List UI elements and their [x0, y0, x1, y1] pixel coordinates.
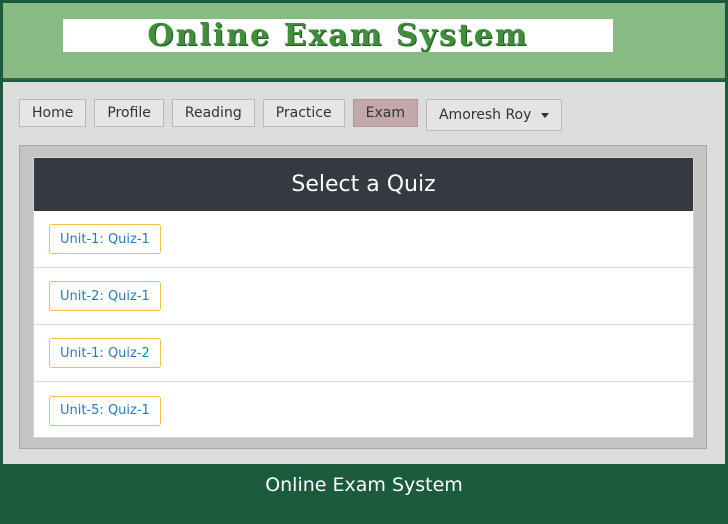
content-area: Home Profile Reading Practice Exam Amore… [3, 82, 725, 464]
site-header: Online Exam System [3, 3, 725, 80]
user-menu-dropdown[interactable]: Amoresh Roy [425, 99, 563, 131]
quiz-card-title: Select a Quiz [34, 158, 693, 211]
quiz-button-unit5-quiz1[interactable]: Unit-5: Quiz-1 [49, 395, 161, 426]
quiz-panel: Select a Quiz Unit-1: Quiz-1 Unit-2: Qui… [19, 145, 707, 449]
nav-profile-button[interactable]: Profile [94, 99, 164, 127]
site-footer: Online Exam System [3, 464, 725, 521]
nav-reading-button[interactable]: Reading [171, 99, 255, 127]
list-item: Unit-1: Quiz-1 [34, 211, 693, 268]
chevron-down-icon [541, 112, 550, 118]
list-item: Unit-1: Quiz-2 [34, 325, 693, 382]
page-frame: Online Exam System Home Profile Reading … [3, 3, 725, 521]
quiz-card: Select a Quiz Unit-1: Quiz-1 Unit-2: Qui… [33, 157, 694, 438]
nav-home-button[interactable]: Home [19, 99, 87, 127]
nav-practice-button[interactable]: Practice [262, 99, 345, 127]
quiz-button-unit1-quiz1[interactable]: Unit-1: Quiz-1 [49, 224, 161, 254]
quiz-button-unit1-quiz2[interactable]: Unit-1: Quiz-2 [49, 338, 161, 368]
list-item: Unit-2: Quiz-1 [34, 268, 693, 325]
site-logo[interactable]: Online Exam System [63, 19, 613, 52]
nav-exam-button[interactable]: Exam [352, 99, 418, 127]
footer-text: Online Exam System [265, 474, 463, 496]
user-menu-label: Amoresh Roy [438, 107, 532, 123]
quiz-button-unit2-quiz1[interactable]: Unit-2: Quiz-1 [49, 281, 161, 311]
main-nav: Home Profile Reading Practice Exam Amore… [19, 99, 563, 131]
list-item: Unit-5: Quiz-1 [34, 382, 693, 439]
